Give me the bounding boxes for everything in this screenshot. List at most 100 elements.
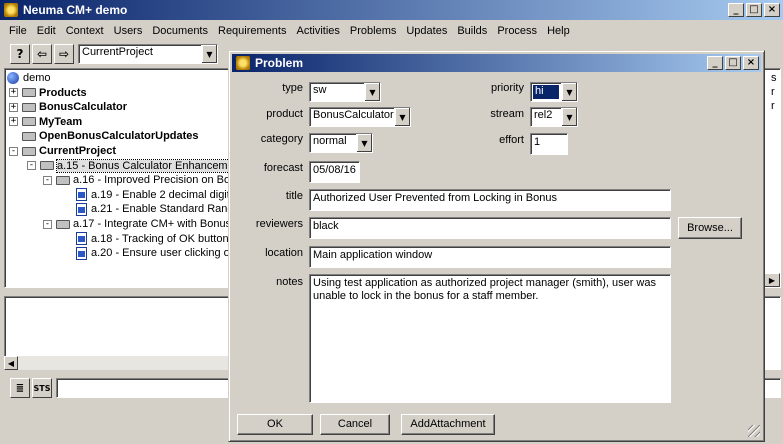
back-button[interactable]: ⇦ xyxy=(32,44,52,64)
menu-edit[interactable]: Edit xyxy=(32,25,61,37)
menu-bar: File Edit Context Users Documents Requir… xyxy=(0,21,783,41)
chevron-down-icon[interactable]: ▼ xyxy=(561,108,577,126)
menu-file[interactable]: File xyxy=(4,25,32,37)
folder-icon xyxy=(22,88,36,98)
menu-process[interactable]: Process xyxy=(492,25,542,37)
tree-item[interactable]: - CurrentProject xyxy=(9,144,116,159)
stream-value: rel2 xyxy=(534,109,553,121)
chevron-down-icon[interactable]: ▼ xyxy=(356,134,372,152)
tree-item-label: a.16 - Improved Precision on Bonus xyxy=(73,174,248,187)
right-panel-letter: s xyxy=(771,72,777,84)
document-icon xyxy=(76,232,87,246)
reviewers-input[interactable]: black xyxy=(309,217,671,239)
menu-context[interactable]: Context xyxy=(61,25,109,37)
tree-item[interactable]: + MyTeam xyxy=(9,115,82,130)
reviewers-label: reviewers xyxy=(255,218,303,230)
tree-item[interactable]: a.21 - Enable Standard Range xyxy=(63,202,240,217)
tree-item-label: CurrentProject xyxy=(39,145,117,157)
forecast-input[interactable]: 05/08/16 xyxy=(309,161,360,183)
tree-item[interactable]: - a.16 - Improved Precision on Bonus xyxy=(43,173,248,188)
right-output-pane[interactable] xyxy=(763,296,781,370)
product-combo[interactable]: BonusCalculator ▼ xyxy=(309,107,411,127)
chevron-down-icon[interactable]: ▼ xyxy=(394,108,410,126)
priority-combo[interactable]: hi ▼ xyxy=(530,82,578,102)
menu-users[interactable]: Users xyxy=(109,25,148,37)
notes-textarea[interactable]: Using test application as authorized pro… xyxy=(309,274,671,403)
right-list-panel[interactable]: s r r ▶ xyxy=(763,68,781,288)
title-input[interactable]: Authorized User Prevented from Locking i… xyxy=(309,189,671,211)
dialog-maximize-icon[interactable]: □ xyxy=(725,56,741,70)
forecast-label: forecast xyxy=(263,162,303,174)
collapse-icon[interactable]: - xyxy=(43,219,52,229)
scroll-left-arrow-icon[interactable]: ◀ xyxy=(4,356,18,370)
menu-updates[interactable]: Updates xyxy=(401,25,452,37)
location-input[interactable]: Main application window xyxy=(309,246,671,268)
scroll-right-arrow-icon[interactable]: ▶ xyxy=(764,273,780,287)
dialog-title-bar[interactable]: Problem _ □ × xyxy=(232,54,761,72)
tree-item[interactable]: + BonusCalculator xyxy=(9,100,127,115)
menu-documents[interactable]: Documents xyxy=(147,25,213,37)
chevron-down-icon[interactable]: ▼ xyxy=(201,45,217,63)
close-icon[interactable]: × xyxy=(764,3,780,17)
effort-input[interactable]: 1 xyxy=(530,133,568,155)
dialog-title: Problem xyxy=(255,56,304,70)
tree-item[interactable]: OpenBonusCalculatorUpdates xyxy=(9,129,199,144)
menu-activities[interactable]: Activities xyxy=(291,25,344,37)
tree-item[interactable]: - a.17 - Integrate CM+ with Bonus xyxy=(43,217,231,232)
add-attachment-button[interactable]: AddAttachment xyxy=(401,414,495,435)
ok-button[interactable]: OK xyxy=(237,414,313,435)
right-panel-letter: r xyxy=(771,86,775,98)
expand-icon[interactable]: + xyxy=(9,117,18,127)
tree-item[interactable]: a.18 - Tracking of OK button xyxy=(63,232,229,247)
menu-help[interactable]: Help xyxy=(542,25,575,37)
menu-problems[interactable]: Problems xyxy=(345,25,401,37)
type-label: type xyxy=(282,82,303,94)
tree-item[interactable]: + Products xyxy=(9,86,87,101)
tree-item-label: MyTeam xyxy=(39,115,83,128)
minimize-icon[interactable]: _ xyxy=(728,3,744,17)
resize-grip-icon[interactable] xyxy=(748,425,760,437)
right-panel-letter: r xyxy=(771,100,775,112)
collapse-icon[interactable]: - xyxy=(9,146,18,156)
help-button[interactable]: ? xyxy=(10,44,30,64)
tree-item[interactable]: demo xyxy=(7,71,51,86)
document-view-icon[interactable]: ≣ xyxy=(10,378,30,398)
command-input-right[interactable] xyxy=(763,378,781,398)
horizontal-scrollbar[interactable]: ◀ xyxy=(4,356,230,370)
problem-dialog: Problem _ □ × type sw ▼ priority hi ▼ pr… xyxy=(228,50,765,442)
dialog-minimize-icon[interactable]: _ xyxy=(707,56,723,70)
dialog-close-icon[interactable]: × xyxy=(743,56,759,70)
tree-item-label: a.19 - Enable 2 decimal digits xyxy=(91,188,236,201)
expand-icon[interactable]: + xyxy=(9,88,18,98)
tree-item[interactable]: a.19 - Enable 2 decimal digits xyxy=(63,188,235,203)
stream-label: stream xyxy=(490,108,524,120)
context-combo[interactable]: CurrentProject ▼ xyxy=(78,44,218,64)
menu-requirements[interactable]: Requirements xyxy=(213,25,291,37)
stream-combo[interactable]: rel2 ▼ xyxy=(530,107,578,127)
tree-panel[interactable]: demo + Products + BonusCalculator + MyTeam Open… xyxy=(4,68,248,288)
category-combo[interactable]: normal ▼ xyxy=(309,133,373,153)
maximize-icon[interactable]: □ xyxy=(746,3,762,17)
folder-icon xyxy=(22,131,36,141)
status-view-icon[interactable]: STS xyxy=(32,378,52,398)
expand-icon[interactable]: + xyxy=(9,102,18,112)
tree-item[interactable]: - a.15 - Bonus Calculator Enhancement xyxy=(27,158,244,174)
browse-button[interactable]: Browse... xyxy=(678,217,742,239)
main-title-bar[interactable]: Neuma CM+ demo _ □ × xyxy=(0,0,783,20)
tree-item-label: a.21 - Enable Standard Range xyxy=(91,203,240,216)
collapse-icon[interactable]: - xyxy=(43,175,52,185)
location-label: location xyxy=(265,247,303,259)
forward-button[interactable]: ⇨ xyxy=(54,44,74,64)
type-combo[interactable]: sw ▼ xyxy=(309,82,381,102)
menu-builds[interactable]: Builds xyxy=(452,25,492,37)
document-icon xyxy=(76,246,87,260)
category-value: normal xyxy=(313,135,347,147)
tree-item-label: Products xyxy=(39,86,87,99)
collapse-icon[interactable]: - xyxy=(27,161,36,171)
chevron-down-icon[interactable]: ▼ xyxy=(561,83,577,101)
context-combo-value: CurrentProject xyxy=(82,46,153,58)
tree-item[interactable]: a.20 - Ensure user clicking on xyxy=(63,246,236,261)
chevron-down-icon[interactable]: ▼ xyxy=(364,83,380,101)
cancel-button[interactable]: Cancel xyxy=(320,414,390,435)
command-input[interactable] xyxy=(56,378,230,398)
